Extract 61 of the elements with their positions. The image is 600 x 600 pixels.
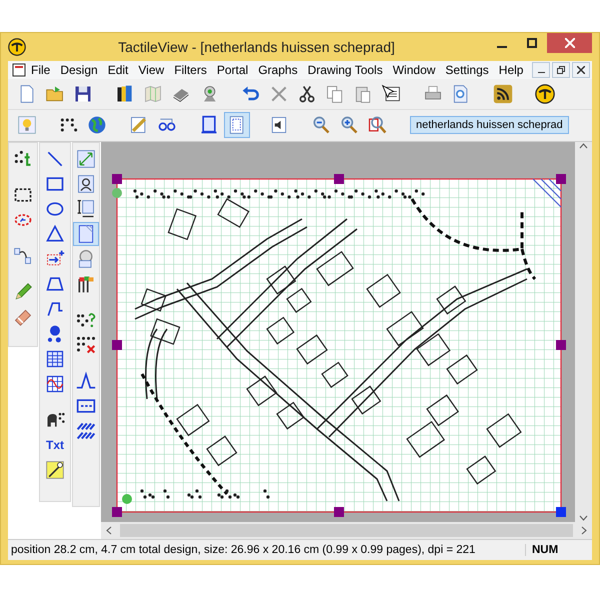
wave-line-icon (76, 370, 96, 391)
close-button[interactable] (572, 62, 590, 78)
resize-icon (76, 148, 96, 169)
resize-handle[interactable] (556, 506, 566, 517)
anchor-dot[interactable] (122, 494, 132, 504)
scroll-down-icon[interactable] (579, 513, 588, 522)
menu-item[interactable]: Window (388, 62, 440, 77)
bulb-icon (17, 114, 37, 136)
scrollbar-thumb[interactable] (120, 524, 573, 538)
menu-item[interactable]: Settings (440, 62, 494, 77)
num-lock-indicator: NUM (525, 544, 592, 556)
logo-icon (535, 82, 555, 105)
minimize-button[interactable] (532, 62, 550, 78)
resize-handle[interactable] (556, 174, 566, 184)
anchor-dot[interactable] (112, 188, 122, 198)
tool-button[interactable] (73, 222, 99, 246)
maximize-icon (527, 38, 537, 48)
menu-item[interactable]: View (133, 62, 170, 77)
document-tab[interactable]: netherlands huissen scheprad (410, 116, 569, 134)
scroll-left-icon[interactable] (105, 526, 114, 536)
hatch-icon (76, 420, 96, 441)
menu-item[interactable]: Graphs (253, 62, 303, 77)
close-icon (564, 38, 574, 48)
menu-item[interactable]: File (26, 62, 56, 77)
restore-button[interactable] (552, 62, 570, 78)
menu-item[interactable]: Help (494, 62, 528, 77)
minimize-icon (497, 46, 507, 48)
restore-icon (557, 66, 565, 74)
text-tool-button[interactable]: Txt (42, 432, 68, 457)
page-hatched-icon (76, 224, 96, 244)
link-pages-icon (13, 246, 33, 266)
pencil-icon (13, 282, 33, 302)
rss-icon (493, 82, 513, 105)
scroll-up-icon[interactable] (579, 142, 588, 151)
resize-handle[interactable] (334, 174, 344, 184)
braille-delete-icon (76, 334, 96, 355)
minimize-icon (538, 72, 544, 74)
hatch-corner-icon (532, 178, 562, 208)
menu-item[interactable]: Design (55, 62, 103, 77)
page-size-icon (76, 198, 96, 219)
menu-item[interactable]: Edit (102, 62, 134, 77)
pen-icon (45, 458, 65, 481)
logo-icon (8, 38, 26, 56)
resize-handle[interactable] (112, 340, 122, 350)
resize-handle[interactable] (112, 506, 122, 517)
resize-handle[interactable] (112, 174, 122, 184)
document-menu-icon[interactable] (12, 62, 26, 77)
close-icon (577, 66, 585, 74)
braille-t-icon (13, 148, 33, 169)
status-message: position 28.2 cm, 4.7 cm total design, size: 26.96 x 20.16 cm (0.99 x 0.99 pages), dpi = 221 (10, 544, 476, 556)
menu-item[interactable]: Drawing Tools (302, 62, 388, 77)
page-frame-icon (199, 114, 219, 136)
menu-item[interactable]: Filters (169, 62, 212, 77)
menu-item[interactable]: Portal (212, 62, 254, 77)
window-title: TactileView - [netherlands huissen scheprad] (117, 39, 396, 55)
globe-icon (87, 114, 107, 136)
resize-handle[interactable] (334, 506, 344, 517)
resize-handle[interactable] (556, 340, 566, 350)
portrait-icon (76, 174, 96, 194)
flags-icon (76, 274, 96, 294)
scroll-right-icon[interactable] (579, 526, 588, 536)
